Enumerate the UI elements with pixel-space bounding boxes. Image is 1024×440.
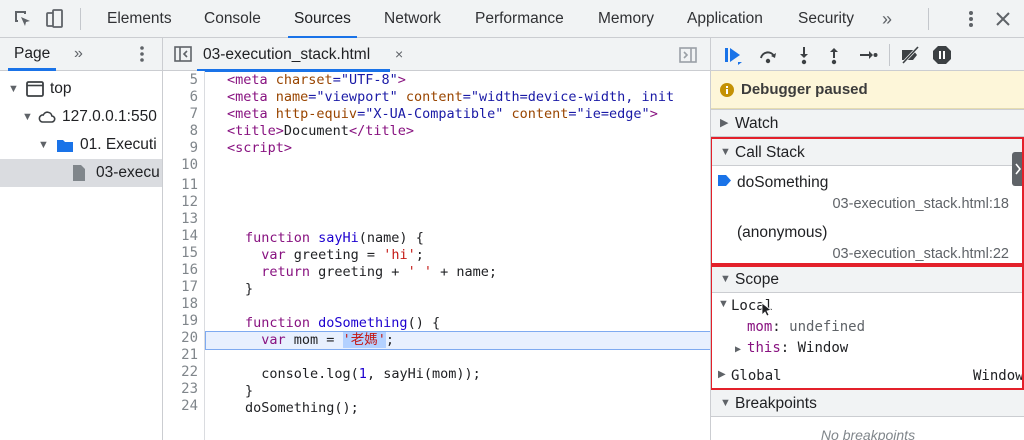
line-number[interactable]: 12 bbox=[181, 194, 198, 211]
more-tabs-button[interactable]: » bbox=[882, 0, 892, 38]
paused-status-text: Debugger paused bbox=[741, 81, 868, 98]
step-icon[interactable] bbox=[857, 44, 879, 66]
line-number[interactable]: 16 bbox=[181, 262, 198, 279]
expand-arrow-icon[interactable]: ▼ bbox=[38, 131, 49, 159]
line-number[interactable]: 6 bbox=[190, 89, 198, 106]
line-number[interactable]: 15 bbox=[181, 245, 198, 262]
file-navigator-panel: Page » ▼ top ▼ 127.0.0.1:550 ▼ 01. Execu… bbox=[0, 38, 163, 440]
step-into-icon[interactable] bbox=[793, 44, 815, 66]
line-number[interactable]: 19 bbox=[181, 313, 198, 330]
devtools-tab-bar: Elements Console Sources Network Perform… bbox=[0, 0, 1024, 39]
tree-item-file[interactable]: 03-execu bbox=[0, 159, 162, 187]
editor-tab-bar: 03-execution_stack.html × bbox=[163, 38, 710, 72]
line-number[interactable]: 17 bbox=[181, 279, 198, 296]
line-number[interactable]: 8 bbox=[190, 123, 198, 140]
tree-item-origin[interactable]: ▼ 127.0.0.1:550 bbox=[0, 103, 162, 131]
code-line[interactable]: } bbox=[245, 383, 710, 400]
resume-icon[interactable] bbox=[722, 44, 744, 66]
tab-security[interactable]: Security bbox=[798, 0, 854, 38]
step-out-icon[interactable] bbox=[823, 44, 845, 66]
tab-network[interactable]: Network bbox=[384, 0, 441, 38]
tab-memory[interactable]: Memory bbox=[598, 0, 654, 38]
tab-sources[interactable]: Sources bbox=[288, 0, 357, 39]
tree-item-top[interactable]: ▼ top bbox=[0, 75, 162, 103]
line-number[interactable]: 13 bbox=[181, 211, 198, 228]
step-over-icon[interactable] bbox=[757, 44, 779, 66]
line-number[interactable]: 11 bbox=[181, 177, 198, 194]
code-line[interactable]: <title>Document</title> bbox=[227, 123, 710, 140]
breakpoints-section-header[interactable]: ▼ Breakpoints bbox=[711, 389, 1024, 417]
navigator-tab-page[interactable]: Page bbox=[7, 38, 57, 71]
navigator-header: Page » bbox=[0, 38, 162, 71]
debugger-sidebar: Debugger paused ▶ Watch ▼ Call Stack doS… bbox=[710, 38, 1024, 440]
watch-section-header[interactable]: ▶ Watch bbox=[711, 109, 1024, 137]
section-title: Watch bbox=[735, 115, 779, 132]
line-number[interactable]: 5 bbox=[190, 72, 198, 89]
tree-item-label: 03-execu bbox=[96, 164, 160, 181]
expand-arrow-icon[interactable]: ▼ bbox=[720, 390, 731, 417]
code-line[interactable]: <meta name="viewport" content="width=dev… bbox=[227, 89, 710, 106]
line-number[interactable]: 14 bbox=[181, 228, 198, 245]
kebab-menu-icon[interactable] bbox=[960, 8, 982, 30]
line-number[interactable]: 23 bbox=[181, 381, 198, 398]
device-toolbar-icon[interactable] bbox=[44, 8, 66, 30]
expand-arrow-icon[interactable]: ▼ bbox=[22, 103, 33, 131]
tab-performance[interactable]: Performance bbox=[475, 0, 564, 38]
line-number[interactable]: 20 bbox=[181, 330, 198, 347]
navigator-more-button[interactable]: » bbox=[74, 38, 83, 70]
line-number[interactable]: 21 bbox=[181, 347, 198, 364]
line-number[interactable]: 18 bbox=[181, 296, 198, 313]
info-icon bbox=[720, 83, 734, 97]
section-title: Breakpoints bbox=[735, 395, 817, 412]
tab-console[interactable]: Console bbox=[204, 0, 261, 38]
toolbar-divider bbox=[889, 44, 890, 66]
toolbar-divider bbox=[928, 8, 929, 30]
call-stack-highlight-box bbox=[711, 137, 1024, 265]
tree-item-folder[interactable]: ▼ 01. Executi bbox=[0, 131, 162, 159]
deactivate-breakpoints-icon[interactable] bbox=[899, 44, 921, 66]
kebab-menu-icon[interactable] bbox=[132, 44, 152, 64]
tree-item-label: top bbox=[50, 80, 72, 97]
close-icon[interactable] bbox=[992, 8, 1014, 30]
scope-highlight-box bbox=[711, 265, 1024, 390]
code-line[interactable]: doSomething(); bbox=[245, 400, 710, 417]
debugger-paused-banner: Debugger paused bbox=[711, 71, 1024, 109]
line-number[interactable]: 22 bbox=[181, 364, 198, 381]
code-line[interactable]: var greeting = 'hi'; bbox=[245, 247, 710, 264]
paused-execution-line[interactable]: var mom = '老媽'; bbox=[205, 331, 710, 350]
toolbar-divider bbox=[80, 8, 81, 30]
cloud-icon bbox=[38, 111, 56, 123]
tab-elements[interactable]: Elements bbox=[107, 0, 172, 38]
tab-application[interactable]: Application bbox=[687, 0, 763, 38]
line-number[interactable]: 10 bbox=[181, 157, 198, 174]
code-line[interactable]: return greeting + ' ' + name; bbox=[245, 264, 710, 281]
code-line[interactable]: } bbox=[245, 281, 710, 298]
frame-icon bbox=[26, 81, 44, 97]
line-number[interactable]: 9 bbox=[190, 140, 198, 157]
editor-file-tab[interactable]: 03-execution_stack.html bbox=[196, 38, 391, 72]
no-breakpoints-text: No breakpoints bbox=[820, 427, 916, 440]
code-editor-panel: 03-execution_stack.html × 5 6 7 8 9 10 1… bbox=[163, 38, 710, 440]
line-number[interactable]: 24 bbox=[181, 398, 198, 415]
debugger-toolbar bbox=[711, 38, 1024, 71]
folder-icon bbox=[57, 140, 73, 152]
close-tab-icon[interactable]: × bbox=[395, 38, 403, 71]
pause-on-exceptions-icon[interactable] bbox=[931, 44, 953, 66]
file-icon bbox=[73, 165, 85, 181]
code-line[interactable]: console.log(1, sayHi(mom)); bbox=[245, 366, 710, 383]
inspect-element-icon[interactable] bbox=[12, 8, 34, 30]
tree-item-label: 01. Executi bbox=[80, 136, 157, 153]
code-line[interactable]: <meta charset="UTF-8"> bbox=[227, 72, 710, 89]
line-number-gutter[interactable]: 5 6 7 8 9 10 11 12 13 14 15 16 17 18 19 … bbox=[163, 71, 205, 440]
expand-arrow-icon[interactable]: ▼ bbox=[8, 75, 19, 103]
code-line[interactable]: function sayHi(name) { bbox=[245, 230, 710, 247]
code-line[interactable]: <script> bbox=[227, 140, 710, 157]
tree-item-label: 127.0.0.1:550 bbox=[62, 108, 157, 125]
collapse-arrow-icon[interactable]: ▶ bbox=[720, 110, 728, 137]
line-number[interactable]: 7 bbox=[190, 106, 198, 123]
toggle-navigator-icon[interactable] bbox=[174, 46, 192, 62]
code-line[interactable]: <meta http-equiv="X-UA-Compatible" conte… bbox=[227, 106, 710, 123]
code-line[interactable]: function doSomething() { bbox=[245, 315, 710, 332]
toggle-debugger-icon[interactable] bbox=[679, 47, 697, 63]
